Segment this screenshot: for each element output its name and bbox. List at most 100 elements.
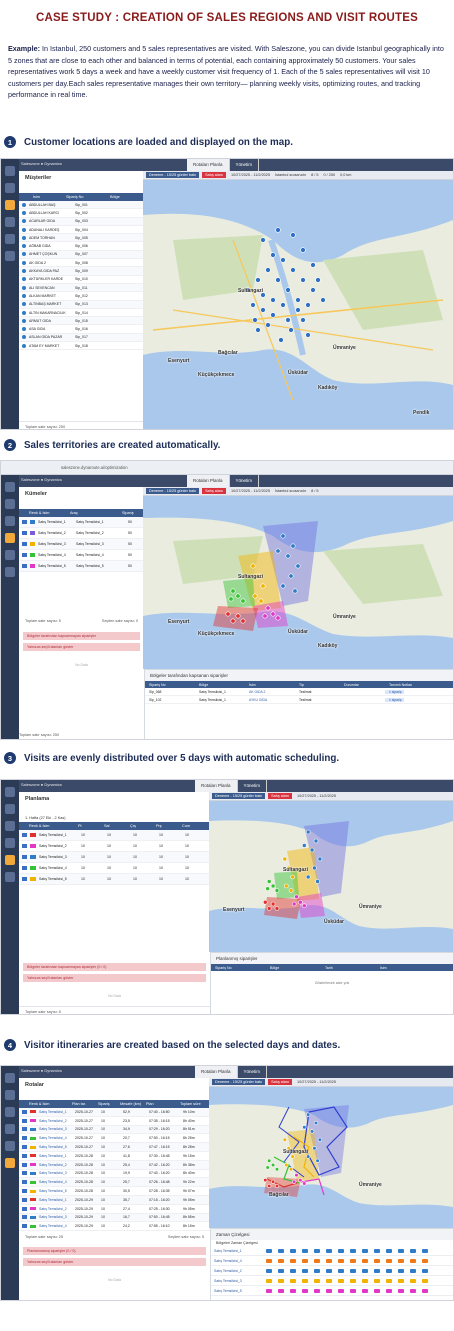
- customer-pin[interactable]: [255, 327, 261, 333]
- row-checkbox[interactable]: [22, 1145, 27, 1150]
- customers-icon[interactable]: [5, 1107, 15, 1117]
- home-icon[interactable]: [5, 1073, 15, 1083]
- customer-pin[interactable]: [266, 906, 272, 911]
- col-region[interactable]: Bölge: [107, 195, 120, 199]
- customer-pin[interactable]: [270, 1162, 276, 1168]
- row-checkbox[interactable]: [22, 1206, 27, 1211]
- visit-block[interactable]: [362, 1269, 368, 1273]
- route-row[interactable]: Satış Temsilcisi_4 2025-10-28 10 25,7 07:26 …: [19, 1178, 210, 1188]
- planning-row[interactable]: Satış Temsilcisi_3 10 10 10 10 10: [19, 852, 210, 863]
- map-area[interactable]: Deneme - 15/25 günler bakı Satış alanı 1…: [143, 171, 453, 429]
- customer-pin[interactable]: [285, 317, 291, 323]
- visit-block[interactable]: [278, 1269, 284, 1273]
- customer-pin[interactable]: [280, 533, 286, 539]
- visit-block[interactable]: [410, 1289, 416, 1293]
- customer-pin[interactable]: [320, 297, 326, 303]
- visit-block[interactable]: [374, 1279, 380, 1283]
- map-icon[interactable]: [5, 804, 15, 814]
- customer-pin[interactable]: [285, 553, 291, 559]
- tab-timeline[interactable]: Zaman Çizelgesi: [216, 1232, 250, 1237]
- customer-row[interactable]: AHMET ÇOŞKUN Sip_007: [19, 250, 144, 260]
- customer-pin[interactable]: [294, 894, 299, 900]
- map-area[interactable]: Deneme - 15/25 günler bakı Satış alanı 1…: [143, 487, 453, 669]
- route-row[interactable]: Satış Temsilcisi_5 2025-10-27 10 27,6 07:47 …: [19, 1143, 210, 1152]
- visit-block[interactable]: [290, 1279, 296, 1283]
- planning-row[interactable]: Satış Temsilcisi_2 10 10 10 10 10: [19, 841, 210, 852]
- tab-plan-routes[interactable]: Rotaları Planla: [187, 159, 230, 171]
- customer-pin[interactable]: [310, 262, 316, 268]
- customer-pin[interactable]: [313, 838, 319, 844]
- visit-block[interactable]: [314, 1289, 320, 1293]
- row-checkbox[interactable]: [22, 1153, 27, 1158]
- route-row[interactable]: Satış Temsilcisi_2 2025-10-28 10 25,4 07:42 …: [19, 1160, 210, 1170]
- panel-toolbar[interactable]: [23, 806, 206, 814]
- row-checkbox[interactable]: [22, 1215, 27, 1220]
- visit-block[interactable]: [350, 1279, 356, 1283]
- tab-plan-routes[interactable]: Rotaları Planla: [195, 780, 238, 792]
- tab-manage[interactable]: Yönetim: [237, 1066, 268, 1078]
- visit-block[interactable]: [374, 1259, 380, 1263]
- customer-pin[interactable]: [300, 277, 306, 283]
- tab-manage[interactable]: Yönetim: [229, 475, 260, 487]
- col-zone[interactable]: Bölge: [266, 966, 321, 970]
- customer-pin[interactable]: [240, 598, 246, 604]
- row-checkbox[interactable]: [22, 1197, 27, 1202]
- customer-pin[interactable]: [250, 563, 256, 569]
- row-checkbox[interactable]: [22, 1171, 27, 1176]
- visit-block[interactable]: [386, 1269, 392, 1273]
- customer-pin[interactable]: [313, 1120, 319, 1126]
- visit-block[interactable]: [398, 1279, 404, 1283]
- customer-pin[interactable]: [288, 888, 294, 893]
- col-name[interactable]: İsim: [19, 195, 63, 199]
- customer-row[interactable]: ALİ SEVENCAN Sip_011: [19, 283, 144, 293]
- customer-row[interactable]: ALTIN MAKARNACILIK Sip_014: [19, 309, 144, 318]
- route-row[interactable]: Satış Temsilcisi_2 2025-10-29 10 27,4 07:25 …: [19, 1205, 210, 1214]
- visit-block[interactable]: [338, 1259, 344, 1263]
- routes-icon[interactable]: [5, 567, 15, 577]
- customer-pin[interactable]: [300, 247, 306, 253]
- customers-icon[interactable]: [5, 200, 15, 210]
- timeline-row[interactable]: Satış Temsilcisi_5: [211, 1286, 453, 1296]
- customer-pin[interactable]: [275, 615, 281, 621]
- zone-row[interactable]: Satış Temsilcisi_1 Satış Temsilcisi_1 50: [19, 517, 144, 528]
- col-zone[interactable]: Bölge: [195, 683, 245, 687]
- visit-block[interactable]: [326, 1249, 332, 1253]
- row-checkbox[interactable]: [22, 1224, 27, 1229]
- customer-pin[interactable]: [291, 901, 297, 907]
- zones-icon[interactable]: [5, 838, 15, 848]
- visit-block[interactable]: [278, 1259, 284, 1263]
- unplanned-orders-bar[interactable]: Planlanmamış siparişler (0 / 0): [23, 1247, 206, 1255]
- customer-pin[interactable]: [315, 277, 321, 283]
- row-checkbox[interactable]: [22, 1136, 27, 1141]
- visit-block[interactable]: [338, 1249, 344, 1253]
- row-checkbox[interactable]: [22, 1180, 27, 1185]
- timeline-row[interactable]: Satış Temsilcisi_1: [211, 1246, 453, 1256]
- tab-manage[interactable]: Yönetim: [229, 159, 260, 171]
- route-row[interactable]: Satış Temsilcisi_2 2025-10-27 10 23,5 07:35 …: [19, 1117, 210, 1126]
- customer-row[interactable]: ASA GIDA Sip_016: [19, 325, 144, 334]
- customer-pin[interactable]: [288, 327, 294, 333]
- customer-pin[interactable]: [260, 307, 266, 313]
- customer-pin[interactable]: [260, 583, 266, 589]
- customer-pin[interactable]: [290, 874, 295, 880]
- planning-row[interactable]: Satış Temsilcisi_1 10 10 10 10 10: [19, 830, 210, 841]
- visit-block[interactable]: [266, 1249, 272, 1253]
- uncovered-orders-bar[interactable]: Bölgeler tarafından kapsanmayan siparişl…: [23, 632, 140, 640]
- route-row[interactable]: Satış Temsilcisi_3 2025-10-27 10 34,9 07:29 …: [19, 1125, 210, 1135]
- map-icon[interactable]: [5, 1090, 15, 1100]
- customer-pin[interactable]: [295, 297, 301, 303]
- customer-row[interactable]: ALKAN MARKET Sip_012: [19, 292, 144, 301]
- customer-pin[interactable]: [270, 883, 276, 889]
- col-order-no[interactable]: Sipariş No: [145, 683, 195, 687]
- customer-row[interactable]: AKTÜRKLER KARDE Sip_010: [19, 276, 144, 284]
- customer-pin[interactable]: [235, 613, 241, 619]
- zones-icon[interactable]: [5, 533, 15, 543]
- row-checkbox[interactable]: [22, 855, 27, 859]
- browser-url[interactable]: saleszone.dynaroute.ai/optimization: [61, 465, 128, 470]
- visit-block[interactable]: [278, 1289, 284, 1293]
- customer-pin[interactable]: [285, 287, 291, 293]
- customer-pin[interactable]: [270, 312, 276, 318]
- customer-pin[interactable]: [235, 593, 241, 599]
- visit-block[interactable]: [350, 1269, 356, 1273]
- routes-icon[interactable]: [5, 1158, 15, 1168]
